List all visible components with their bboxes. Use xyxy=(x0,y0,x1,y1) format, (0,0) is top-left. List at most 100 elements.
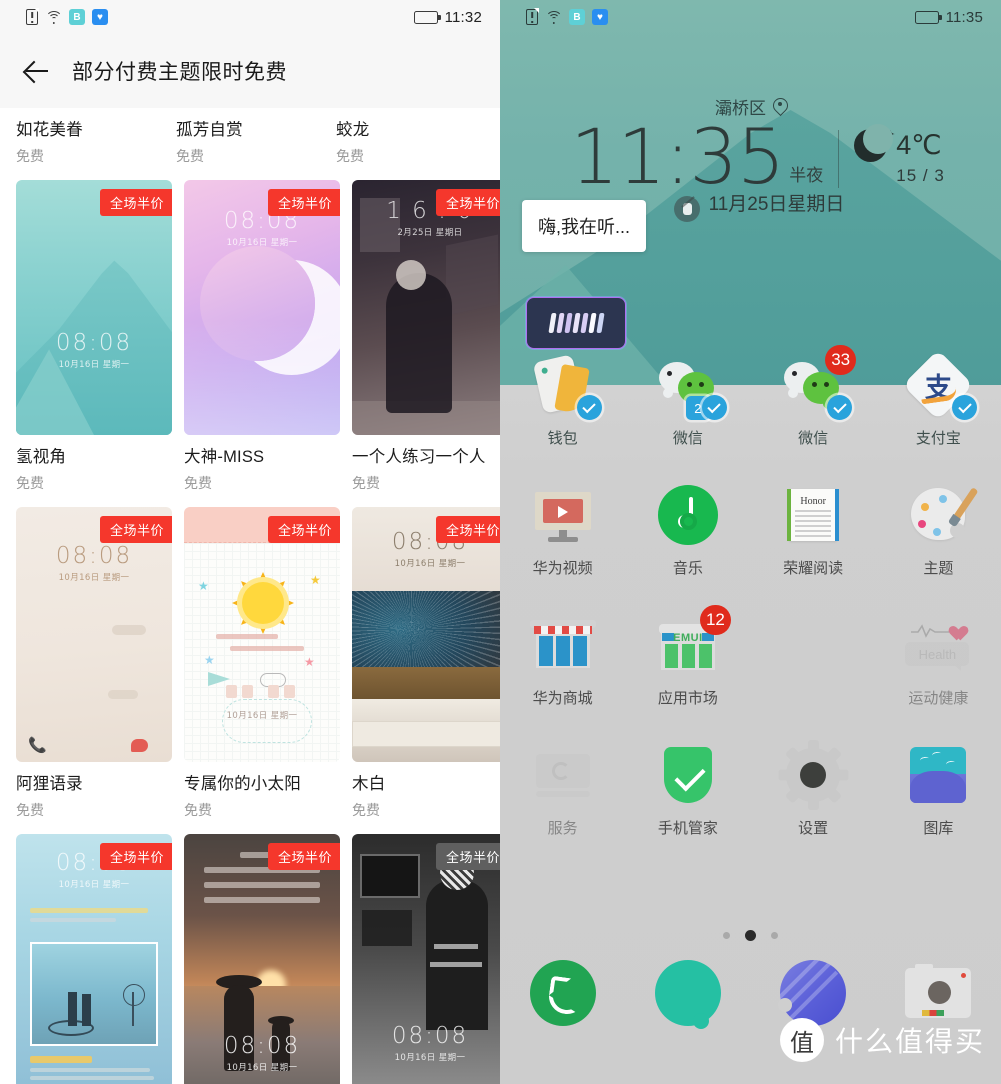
app-gallery[interactable]: 图库 xyxy=(876,742,1001,838)
figure-head-art xyxy=(396,260,426,290)
page-dot[interactable] xyxy=(723,932,730,939)
theme-card[interactable]: 全场半价 08:08 10月16日 星期一 木白 免费 xyxy=(352,507,500,834)
messages-icon xyxy=(654,960,721,1029)
dock-browser[interactable] xyxy=(751,960,876,1026)
theme-card[interactable]: 全场半价 08:08 10月16日 星期一 氢视角 免费 xyxy=(16,180,172,507)
app-label: 运动健康 xyxy=(908,690,969,707)
clock-block-art xyxy=(242,685,253,698)
watermark: 值 什么值得买 xyxy=(779,1018,985,1062)
theme-thumbnail[interactable]: 全场半价 08:08 10月16日 星期一 xyxy=(184,834,340,1084)
app-row: 华为商城 EMUI 12 应用市场 Health 运动健康 xyxy=(500,605,1001,708)
theme-thumbnail[interactable]: 全场半价 1 6 : 0 2月25日 星期日 xyxy=(352,180,500,435)
sale-badge: 全场半价 xyxy=(99,189,172,216)
lockscreen-clock: 10月16日 星期一 xyxy=(184,707,340,721)
camera-icon xyxy=(905,964,972,1018)
theme-price: 免费 xyxy=(16,802,44,818)
awning-art xyxy=(446,234,498,316)
theme-caption[interactable]: 孤芳自赏 免费 xyxy=(176,108,324,180)
app-alipay[interactable]: 支 支付宝 xyxy=(876,349,1001,448)
theme-card[interactable]: 全场半价 08:08 10月16日 星期一 大神-MISS 免费 xyxy=(184,180,340,507)
app-wechat-twin[interactable]: 2 微信 xyxy=(625,352,750,448)
app-grid: 钱包 2 微信 33 微信 支 支付宝 华为视频 音乐 Honor 荣耀阅读 主… xyxy=(500,345,1001,838)
clock-ampm: 半夜 xyxy=(789,166,824,185)
theme-thumbnail[interactable]: 📞 全场半价 08:08 10月16日 星期一 xyxy=(16,507,172,762)
voice-assistant-bubble[interactable]: 嗨,我在听... xyxy=(522,200,647,252)
theme-name: 阿狸语录 xyxy=(16,775,83,793)
theme-thumbnail[interactable]: 全场半价 08:08 10月16日 星期一 xyxy=(16,834,172,1084)
page-dot-active[interactable] xyxy=(745,930,756,941)
theme-thumbnail[interactable]: 全场半价 08:08 10月16日 星期一 xyxy=(16,180,172,435)
app-themes[interactable]: 主题 xyxy=(876,482,1001,578)
theme-card[interactable]: 📞 全场半价 08:08 10月16日 星期一 阿狸语录 免费 xyxy=(16,507,172,834)
theme-name: 大神-MISS xyxy=(184,448,265,466)
caption-art xyxy=(30,1056,92,1063)
app-label: 音乐 xyxy=(672,560,703,577)
caption-art xyxy=(30,1068,150,1072)
app-appgallery[interactable]: EMUI 12 应用市场 xyxy=(625,605,750,708)
theme-thumbnail[interactable]: 全场半价 08:08 10月16日 星期一 xyxy=(352,834,500,1084)
baidu-badge-icon: B xyxy=(569,9,585,25)
photo-art xyxy=(30,942,158,1046)
wifi-icon xyxy=(545,10,562,24)
home-screen-panel: B ♥ 11:35 灞桥区 11:35 半夜 ✦ ✦ 4℃ 15 / 3 11月2… xyxy=(500,0,1001,1084)
left-status-bar: B ♥ 11:32 xyxy=(0,0,500,34)
lock-date: 10月16日 星期一 xyxy=(226,238,298,248)
browser-icon xyxy=(778,960,847,1026)
theme-row: 全场半价 08:08 10月16日 星期一 全场半价 08:08 10月16日 … xyxy=(0,834,500,1084)
theme-thumbnail[interactable]: 全场半价 08:08 10月16日 星期一 xyxy=(352,507,500,762)
lock-date: 10月16日 星期一 xyxy=(58,360,130,370)
sale-badge: 全场半价 xyxy=(267,843,340,870)
weather-widget[interactable]: ✦ ✦ 4℃ 15 / 3 xyxy=(854,124,945,186)
widget-divider xyxy=(838,130,840,188)
lockscreen-clock: 08:08 10月16日 星期一 xyxy=(16,543,172,583)
weather-top: ✦ ✦ 4℃ xyxy=(854,124,942,162)
dock-phone[interactable] xyxy=(500,960,625,1026)
app-music[interactable]: 音乐 xyxy=(625,482,750,578)
app-health[interactable]: Health 运动健康 xyxy=(876,612,1001,708)
theme-price: 免费 xyxy=(336,148,364,164)
page-dot[interactable] xyxy=(771,932,778,939)
theme-caption[interactable]: 蛟龙 免费 xyxy=(336,108,484,180)
app-row: 服务 手机管家 设置 图库 xyxy=(500,740,1001,838)
glow-art xyxy=(184,320,340,435)
dock-messages[interactable] xyxy=(625,960,750,1029)
audio-widget[interactable] xyxy=(526,297,626,349)
clock-time: 11:35 xyxy=(570,112,785,201)
lock-date: 10月16日 星期一 xyxy=(394,559,466,569)
theme-row: 📞 全场半价 08:08 10月16日 星期一 阿狸语录 免费 ★ ★ ★ ★ … xyxy=(0,507,500,834)
caption-art xyxy=(30,918,116,922)
theme-grid-scroll[interactable]: 如花美眷 免费 孤芳自赏 免费 蛟龙 免费 全场半价 08:08 10月16日 … xyxy=(0,108,500,1084)
app-phone-manager[interactable]: 手机管家 xyxy=(625,742,750,838)
theme-card[interactable]: 全场半价 08:08 10月16日 星期一 xyxy=(184,834,340,1084)
theme-thumbnail[interactable]: 全场半价 08:08 10月16日 星期一 xyxy=(184,180,340,435)
app-wechat[interactable]: 33 微信 xyxy=(751,345,876,448)
sim-alert-icon xyxy=(26,8,39,25)
lock-date: 2月25日 星期日 xyxy=(397,228,463,238)
theme-card[interactable]: 全场半价 1 6 : 0 2月25日 星期日 一个人练习一个人 免费 xyxy=(352,180,500,507)
app-settings[interactable]: 设置 xyxy=(751,740,876,838)
app-huawei-video[interactable]: 华为视频 xyxy=(500,482,625,578)
app-label: 钱包 xyxy=(547,430,578,447)
theme-thumbnail[interactable]: ★ ★ ★ ★ 全场半价 10月16日 星期一 xyxy=(184,507,340,762)
paper-plane-art xyxy=(208,672,230,686)
page-indicator[interactable] xyxy=(500,930,1001,941)
theme-name: 孤芳自赏 xyxy=(176,121,243,139)
app-wallet[interactable]: 钱包 xyxy=(500,352,625,448)
music-icon xyxy=(655,482,721,548)
theme-card[interactable]: ★ ★ ★ ★ 全场半价 10月16日 星期一 专属你的小太阳 免费 xyxy=(184,507,340,834)
theme-card[interactable]: 全场半价 08:08 10月16日 星期一 xyxy=(16,834,172,1084)
monitor-art xyxy=(362,910,412,946)
back-arrow-icon[interactable] xyxy=(24,58,50,84)
services-icon xyxy=(530,742,596,808)
clock-widget[interactable]: 11:35 半夜 ✦ ✦ 4℃ 15 / 3 xyxy=(500,112,1001,201)
sale-badge: 全场半价 xyxy=(99,516,172,543)
app-huawei-store[interactable]: 华为商城 xyxy=(500,612,625,708)
app-services[interactable]: 服务 xyxy=(500,742,625,838)
voice-assistant-mic-icon[interactable] xyxy=(674,196,700,222)
dock-camera[interactable] xyxy=(876,960,1001,1026)
app-label: 荣耀阅读 xyxy=(783,560,844,577)
theme-caption[interactable]: 如花美眷 免费 xyxy=(16,108,164,180)
theme-card[interactable]: 全场半价 08:08 10月16日 星期一 xyxy=(352,834,500,1084)
app-honor-reader[interactable]: Honor 荣耀阅读 xyxy=(751,482,876,578)
theme-name: 蛟龙 xyxy=(336,121,370,139)
